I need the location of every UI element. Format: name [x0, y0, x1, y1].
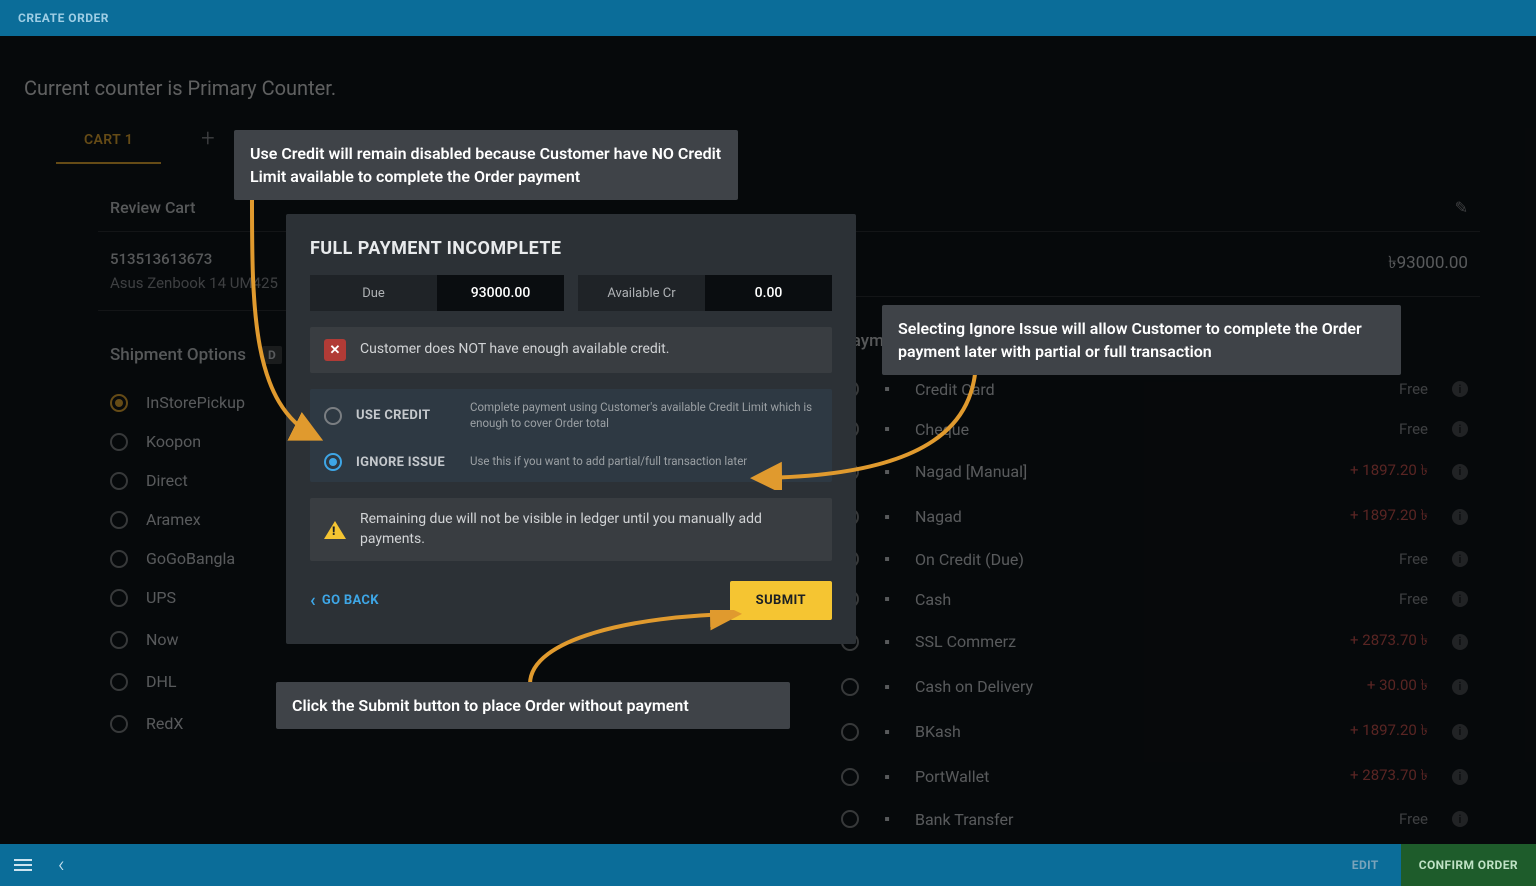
modal-actions: ‹ GO BACK SUBMIT [310, 577, 832, 620]
warning-icon [324, 521, 346, 539]
credit-value: 0.00 [705, 275, 832, 311]
ignore-issue-desc: Use this if you want to add partial/full… [470, 454, 747, 470]
error-text: Customer does NOT have enough available … [360, 340, 669, 360]
error-icon: ✕ [324, 339, 346, 361]
credit-field: Available Cr 0.00 [578, 275, 832, 311]
bottombar-right: EDIT CONFIRM ORDER [1330, 844, 1536, 886]
topbar-title: CREATE ORDER [18, 11, 109, 25]
callout-submit: Click the Submit button to place Order w… [276, 682, 790, 729]
bottombar: ‹ EDIT CONFIRM ORDER [0, 844, 1536, 886]
chevron-left-icon[interactable]: ‹ [58, 853, 65, 878]
use-credit-label: USE CREDIT [356, 408, 456, 423]
choice-box: USE CREDIT Complete payment using Custom… [310, 389, 832, 482]
use-credit-desc: Complete payment using Customer's availa… [470, 400, 818, 431]
warning-alert: Remaining due will not be visible in led… [310, 498, 832, 561]
choice-ignore-issue[interactable]: IGNORE ISSUE Use this if you want to add… [310, 442, 832, 482]
due-value: 93000.00 [437, 275, 564, 311]
submit-button[interactable]: SUBMIT [730, 581, 832, 620]
topbar: CREATE ORDER [0, 0, 1536, 36]
edit-button[interactable]: EDIT [1330, 844, 1401, 886]
modal-title: FULL PAYMENT INCOMPLETE [310, 238, 832, 259]
go-back-button[interactable]: ‹ GO BACK [310, 590, 379, 611]
modal-fields: Due 93000.00 Available Cr 0.00 [310, 275, 832, 311]
bottombar-left: ‹ [14, 853, 65, 878]
choice-use-credit[interactable]: USE CREDIT Complete payment using Custom… [310, 389, 832, 442]
warning-text: Remaining due will not be visible in led… [360, 510, 818, 549]
callout-ignore-issue: Selecting Ignore Issue will allow Custom… [882, 305, 1401, 375]
chevron-left-icon: ‹ [310, 590, 316, 611]
confirm-order-button[interactable]: CONFIRM ORDER [1401, 844, 1536, 886]
error-alert: ✕ Customer does NOT have enough availabl… [310, 327, 832, 373]
radio-ignore-issue-icon [324, 453, 342, 471]
due-field: Due 93000.00 [310, 275, 564, 311]
go-back-label: GO BACK [322, 593, 379, 608]
due-label: Due [310, 275, 437, 311]
payment-incomplete-modal: FULL PAYMENT INCOMPLETE Due 93000.00 Ava… [286, 214, 856, 644]
callout-use-credit: Use Credit will remain disabled because … [234, 130, 738, 200]
radio-use-credit-icon [324, 407, 342, 425]
credit-label: Available Cr [578, 275, 705, 311]
hamburger-icon[interactable] [14, 859, 32, 871]
ignore-issue-label: IGNORE ISSUE [356, 455, 456, 470]
